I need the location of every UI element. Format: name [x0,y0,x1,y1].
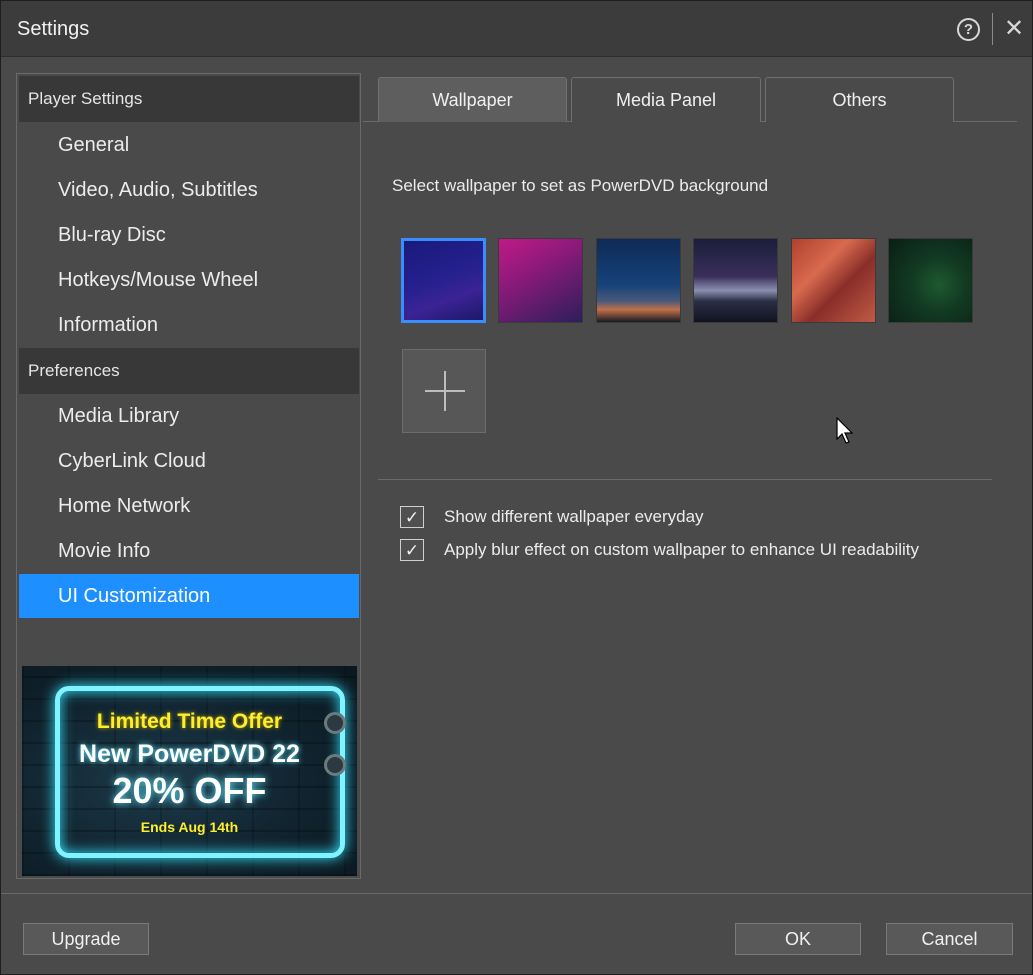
mouse-cursor-icon [836,417,854,444]
wallpaper-thumbnail-6[interactable] [888,238,973,323]
sidebar-item-movie-info[interactable]: Movie Info [19,529,359,573]
sidebar-item-general[interactable]: General [19,123,359,167]
window-title: Settings [17,18,90,40]
sidebar-item-ui-customization[interactable]: UI Customization [19,574,359,618]
promo-discount: 20% OFF [112,770,267,811]
wallpaper-instruction: Select wallpaper to set as PowerDVD back… [392,176,769,195]
tab-wallpaper[interactable]: Wallpaper [378,77,567,122]
promo-product: New PowerDVD 22 [79,740,300,768]
wallpaper-thumbnail-1[interactable] [401,238,486,323]
label-different-wallpaper: Show different wallpaper everyday [444,507,704,526]
sidebar-item-video-audio-subtitles[interactable]: Video, Audio, Subtitles [19,168,359,212]
sidebar-item-information[interactable]: Information [19,303,359,347]
section-header-preferences: Preferences [19,348,359,394]
help-icon[interactable]: ? [957,18,980,41]
section-header-player-settings: Player Settings [19,76,359,122]
sidebar-item-blu-ray-disc[interactable]: Blu-ray Disc [19,213,359,257]
label-blur-effect: Apply blur effect on custom wallpaper to… [444,540,920,559]
title-divider [992,13,993,45]
sidebar-item-home-network[interactable]: Home Network [19,484,359,528]
settings-window: Settings ? ✕ Player Settings General Vid… [0,0,1033,975]
footer-divider [1,893,1032,894]
plus-icon-vertical [444,371,446,411]
sidebar-item-media-library[interactable]: Media Library [19,394,359,438]
wallpaper-thumbnail-3[interactable] [596,238,681,323]
promo-expiry: Ends Aug 14th [140,819,239,835]
checkbox-different-wallpaper[interactable]: ✓ [400,506,424,528]
tab-others[interactable]: Others [765,77,954,122]
sidebar-item-hotkeys-mouse-wheel[interactable]: Hotkeys/Mouse Wheel [19,258,359,302]
sidebar-item-cyberlink-cloud[interactable]: CyberLink Cloud [19,439,359,483]
cancel-button[interactable]: Cancel [886,923,1013,955]
promo-banner[interactable]: Limited Time Offer New PowerDVD 22 20% O… [22,666,357,876]
content-divider [378,479,992,480]
checkbox-blur-effect[interactable]: ✓ [400,539,424,561]
settings-sidebar: Player Settings General Video, Audio, Su… [16,73,361,879]
tab-media-panel[interactable]: Media Panel [571,77,761,122]
upgrade-button[interactable]: Upgrade [23,923,149,955]
ok-button[interactable]: OK [735,923,861,955]
wallpaper-thumbnail-2[interactable] [498,238,583,323]
promo-headline: Limited Time Offer [96,710,283,733]
close-icon[interactable]: ✕ [1001,14,1027,44]
wallpaper-thumbnail-4[interactable] [693,238,778,323]
add-wallpaper-button[interactable] [402,349,486,433]
wallpaper-thumbnail-5[interactable] [791,238,876,323]
title-bar: Settings ? ✕ [1,1,1032,57]
